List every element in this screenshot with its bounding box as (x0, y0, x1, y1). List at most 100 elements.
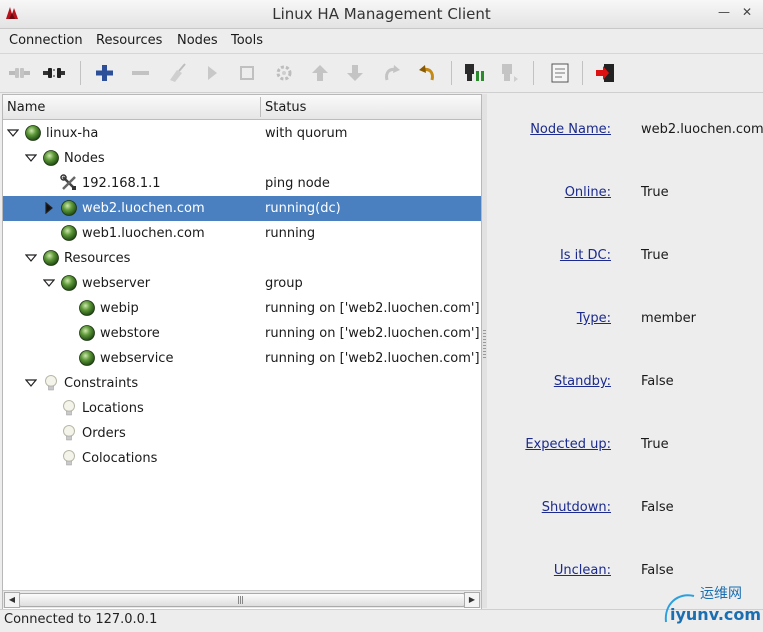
tree-row[interactable]: webservice running on ['web2.luochen.com'… (3, 346, 481, 371)
green-orb-icon (79, 300, 95, 316)
expander-open-icon[interactable] (25, 152, 37, 164)
detail-label[interactable]: Node Name: (530, 122, 611, 137)
detail-value: member (641, 311, 696, 326)
standby-icon[interactable] (462, 62, 486, 84)
disconnect-icon[interactable] (42, 62, 66, 84)
bulb-icon (63, 450, 75, 466)
tree-header: Name Status (3, 95, 481, 120)
expander-open-icon[interactable] (25, 252, 37, 264)
cluster-tree[interactable]: Name Status linux-ha with quorum Nodes 192.… (2, 94, 482, 610)
tree-row-name: webip (100, 301, 139, 316)
tree-row-name: Orders (82, 426, 126, 441)
detail-value: web2.luochen.com (641, 122, 763, 137)
tree-row-status: ping node (265, 176, 330, 191)
bulb-icon (63, 400, 75, 416)
menu-connection[interactable]: Connection (9, 33, 83, 48)
column-status-header[interactable]: Status (265, 100, 306, 115)
tree-row[interactable]: web2.luochen.com running(dc) (3, 196, 481, 221)
scroll-thumb[interactable] (19, 593, 465, 607)
bulb-icon (45, 375, 57, 391)
tree-row-name: web1.luochen.com (82, 226, 205, 241)
tree-row-name: Colocations (82, 451, 158, 466)
view-icon[interactable] (548, 62, 572, 84)
menu-resources[interactable]: Resources (96, 33, 162, 48)
undo-icon[interactable] (415, 62, 439, 84)
remove-icon[interactable] (128, 62, 152, 84)
stop-icon[interactable] (235, 62, 259, 84)
scroll-left-button[interactable]: ◀ (4, 592, 20, 608)
tree-row-name: Nodes (64, 151, 105, 166)
cleanup-icon[interactable] (165, 62, 189, 84)
gear-icon[interactable] (272, 62, 296, 84)
tree-row-status: running (265, 226, 316, 241)
green-orb-icon (43, 250, 59, 266)
tree-row-name: Resources (64, 251, 131, 266)
tree-row[interactable]: 192.168.1.1 ping node (3, 171, 481, 196)
detail-label[interactable]: Standby: (554, 374, 611, 389)
active-icon[interactable] (497, 62, 521, 84)
exit-icon[interactable] (594, 62, 618, 84)
expander-closed-icon[interactable] (43, 202, 55, 214)
tree-row[interactable]: webserver group (3, 271, 481, 296)
tree-row[interactable]: Colocations (3, 446, 481, 471)
tree-row-name: web2.luochen.com (82, 201, 205, 216)
green-orb-icon (79, 325, 95, 341)
status-bar: Connected to 127.0.0.1 (0, 609, 763, 631)
status-text: Connected to 127.0.0.1 (4, 612, 158, 627)
expander-open-icon[interactable] (43, 277, 55, 289)
tree-row-name: Locations (82, 401, 144, 416)
tree-row-status: with quorum (265, 126, 348, 141)
watermark-text: 运维网 (700, 586, 742, 602)
watermark-logo: 运维网 iyunv.com (660, 582, 761, 628)
start-icon[interactable] (200, 62, 224, 84)
close-button[interactable]: ✕ (739, 4, 755, 20)
tree-row[interactable]: Resources (3, 246, 481, 271)
window-title: Linux HA Management Client (272, 5, 491, 23)
scroll-right-button[interactable]: ▶ (464, 592, 480, 608)
tree-row[interactable]: Constraints (3, 371, 481, 396)
tree-row[interactable]: Nodes (3, 146, 481, 171)
tree-row[interactable]: Orders (3, 421, 481, 446)
pane-splitter[interactable] (482, 94, 487, 608)
tree-row-name: webserver (82, 276, 151, 291)
detail-label[interactable]: Shutdown: (542, 500, 611, 515)
move-up-icon[interactable] (308, 62, 332, 84)
connect-icon[interactable] (7, 62, 31, 84)
detail-label[interactable]: Expected up: (525, 437, 611, 452)
minimize-button[interactable]: — (716, 4, 732, 20)
column-name-header[interactable]: Name (7, 100, 45, 115)
menu-nodes[interactable]: Nodes (177, 33, 218, 48)
tree-row-status: running on ['web2.luochen.com'] (265, 326, 480, 341)
menu-bar: Connection Resources Nodes Tools (0, 29, 763, 54)
detail-label[interactable]: Type: (577, 311, 611, 326)
detail-value: True (641, 248, 669, 263)
tree-row-status: running on ['web2.luochen.com'] (265, 351, 480, 366)
tree-row[interactable]: webip running on ['web2.luochen.com'] (3, 296, 481, 321)
tree-row-status: running(dc) (265, 201, 341, 216)
detail-label[interactable]: Online: (565, 185, 611, 200)
redo-icon[interactable] (380, 62, 404, 84)
tree-row-name: webstore (100, 326, 160, 341)
detail-label[interactable]: Is it DC: (560, 248, 611, 263)
tree-row[interactable]: Locations (3, 396, 481, 421)
tree-row-name: webservice (100, 351, 174, 366)
detail-value: False (641, 563, 674, 578)
horizontal-scrollbar[interactable]: ◀ ▶ (3, 590, 481, 608)
expander-open-icon[interactable] (7, 127, 19, 139)
detail-value: False (641, 374, 674, 389)
tree-row-status: group (265, 276, 303, 291)
detail-label[interactable]: Unclean: (554, 563, 611, 578)
tree-row[interactable]: webstore running on ['web2.luochen.com'] (3, 321, 481, 346)
add-icon[interactable] (92, 62, 116, 84)
green-orb-icon (79, 350, 95, 366)
expander-open-icon[interactable] (25, 377, 37, 389)
menu-tools[interactable]: Tools (231, 33, 263, 48)
move-down-icon[interactable] (343, 62, 367, 84)
green-orb-icon (61, 200, 77, 216)
toolbar (0, 54, 763, 93)
tree-row[interactable]: web1.luochen.com running (3, 221, 481, 246)
green-orb-icon (61, 225, 77, 241)
tree-row-name: 192.168.1.1 (82, 176, 161, 191)
tree-row-name: Constraints (64, 376, 139, 391)
tree-row[interactable]: linux-ha with quorum (3, 121, 481, 146)
